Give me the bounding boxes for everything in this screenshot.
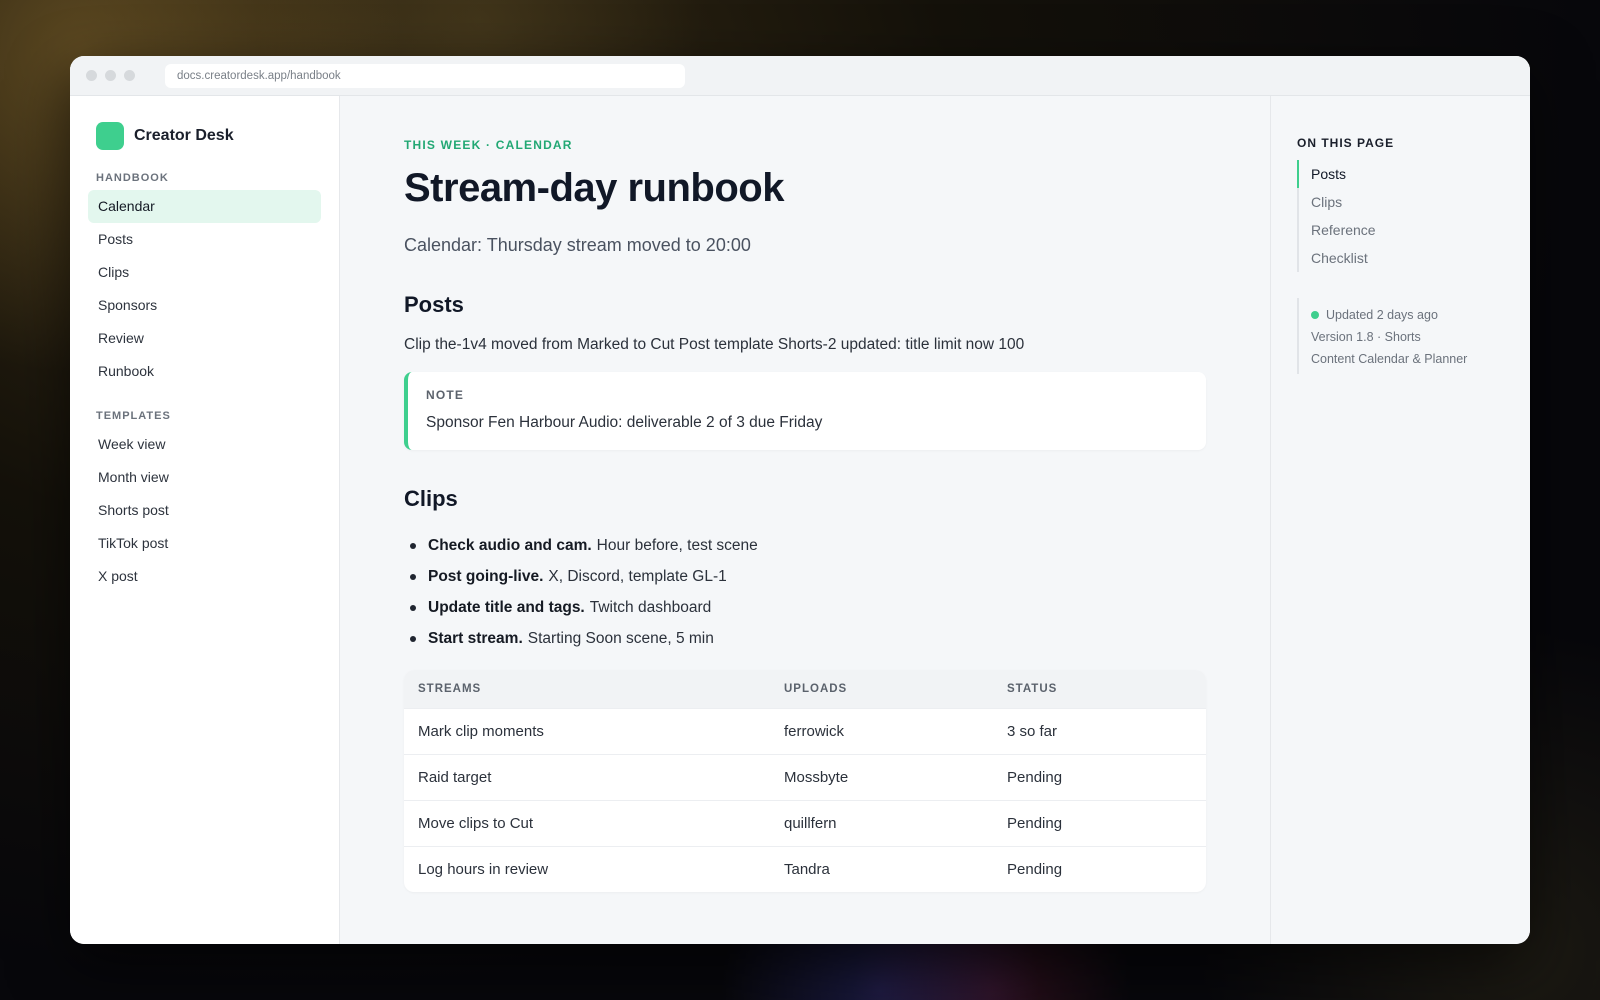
sidebar-item-x-post[interactable]: X post	[88, 560, 321, 593]
sidebar-item-month-view[interactable]: Month view	[88, 461, 321, 494]
list-item-bold: Post going-live.	[428, 567, 544, 585]
list-item-bold: Check audio and cam.	[428, 536, 592, 554]
bullet-icon	[410, 635, 416, 642]
brand-logo-icon	[96, 122, 124, 150]
note-text: Sponsor Fen Harbour Audio: deliverable 2…	[426, 414, 823, 431]
table-cell: Log hours in review	[418, 861, 549, 878]
page-body: Creator Desk HANDBOOK Calendar Posts Cli…	[70, 96, 1530, 944]
sidebar-section-handbook: HANDBOOK	[96, 172, 169, 184]
updated-text: Updated 2 days ago	[1326, 308, 1438, 322]
table-cell: quillfern	[784, 815, 837, 832]
page-meta: Updated 2 days ago Version 1.8 · Shorts …	[1297, 298, 1530, 374]
sidebar-item-clips[interactable]: Clips	[88, 256, 321, 289]
table-row: Mark clip moments ferrowick 3 so far	[404, 708, 1206, 754]
table-header: STREAMS UPLOADS STATUS	[404, 670, 1206, 708]
version-text: Version 1.8 · Shorts	[1311, 330, 1421, 344]
table-of-contents: ON THIS PAGE Posts Clips Reference Check…	[1270, 96, 1530, 944]
table-cell: Mark clip moments	[418, 723, 544, 740]
window-minimize-control[interactable]	[105, 70, 116, 81]
page-title: Stream-day runbook	[404, 166, 784, 210]
column-header-status: STATUS	[1007, 683, 1058, 695]
toc-title: ON THIS PAGE	[1297, 136, 1395, 150]
toc-item-clips[interactable]: Clips	[1297, 188, 1530, 216]
list-item: Start stream. Starting Soon scene, 5 min	[404, 623, 1206, 654]
table-cell: Pending	[1007, 861, 1063, 878]
list-item: Post going-live. X, Discord, template GL-…	[404, 561, 1206, 592]
product-text: Content Calendar & Planner	[1311, 352, 1468, 366]
streams-table: STREAMS UPLOADS STATUS Mark clip moments…	[404, 670, 1206, 892]
brand-name: Creator Desk	[134, 127, 234, 144]
table-cell: Raid target	[418, 769, 492, 786]
table-cell: Pending	[1007, 769, 1063, 786]
list-item-text: Starting Soon scene, 5 min	[527, 629, 714, 647]
heading-posts: Posts	[404, 292, 464, 317]
status-dot-icon	[1311, 311, 1319, 319]
table-cell: 3 so far	[1007, 723, 1058, 740]
table-row: Move clips to Cut quillfern Pending	[404, 800, 1206, 846]
toc-list: Posts Clips Reference Checklist	[1297, 160, 1530, 272]
sidebar-item-tiktok-post[interactable]: TikTok post	[88, 527, 321, 560]
column-header-uploads: UPLOADS	[784, 683, 848, 695]
bullet-icon	[410, 573, 416, 580]
list-item-bold: Start stream.	[428, 629, 523, 647]
window-maximize-control[interactable]	[124, 70, 135, 81]
toc-item-reference[interactable]: Reference	[1297, 216, 1530, 244]
window-close-control[interactable]	[86, 70, 97, 81]
updated-status: Updated 2 days ago	[1311, 304, 1530, 326]
toc-item-checklist[interactable]: Checklist	[1297, 244, 1530, 272]
list-item-bold: Update title and tags.	[428, 598, 585, 616]
list-item-text: X, Discord, template GL-1	[548, 567, 727, 585]
list-item: Update title and tags. Twitch dashboard	[404, 592, 1206, 623]
title-bar: docs.creatordesk.app/handbook	[70, 56, 1530, 96]
note-label: NOTE	[426, 388, 465, 402]
table-cell: Tandra	[784, 861, 830, 878]
bullet-icon	[410, 542, 416, 549]
lede: Calendar: Thursday stream moved to 20:00	[404, 235, 751, 255]
main-content: THIS WEEK · CALENDAR Stream-day runbook …	[340, 96, 1270, 944]
list-item-text: Twitch dashboard	[589, 598, 712, 616]
sidebar-item-sponsors[interactable]: Sponsors	[88, 289, 321, 322]
table-row: Raid target Mossbyte Pending	[404, 754, 1206, 800]
sidebar-section-templates: TEMPLATES	[96, 410, 171, 422]
browser-window: docs.creatordesk.app/handbook Creator De…	[70, 56, 1530, 944]
table-row: Log hours in review Tandra Pending	[404, 846, 1206, 892]
table-cell: Move clips to Cut	[418, 815, 534, 832]
address-bar[interactable]: docs.creatordesk.app/handbook	[165, 63, 685, 88]
table-cell: Mossbyte	[784, 769, 849, 786]
sidebar: Creator Desk HANDBOOK Calendar Posts Cli…	[70, 96, 340, 944]
list-item: Check audio and cam. Hour before, test sc…	[404, 530, 1206, 561]
list-item-text: Hour before, test scene	[596, 536, 758, 554]
sidebar-item-week-view[interactable]: Week view	[88, 428, 321, 461]
toc-item-posts[interactable]: Posts	[1297, 160, 1530, 188]
table-cell: Pending	[1007, 815, 1063, 832]
bullet-icon	[410, 604, 416, 611]
clips-list: Check audio and cam. Hour before, test sc…	[404, 530, 1206, 654]
brand[interactable]: Creator Desk	[88, 122, 321, 150]
eyebrow: THIS WEEK · CALENDAR	[404, 138, 573, 152]
heading-clips: Clips	[404, 486, 458, 511]
sidebar-item-posts[interactable]: Posts	[88, 223, 321, 256]
sidebar-item-calendar[interactable]: Calendar	[88, 190, 321, 223]
sidebar-item-shorts-post[interactable]: Shorts post	[88, 494, 321, 527]
sidebar-item-runbook[interactable]: Runbook	[88, 355, 321, 388]
column-header-streams: STREAMS	[418, 683, 482, 695]
posts-paragraph: Clip the-1v4 moved from Marked to Cut Po…	[404, 336, 1025, 353]
table-cell: ferrowick	[784, 723, 845, 740]
note-callout: NOTE Sponsor Fen Harbour Audio: delivera…	[404, 372, 1206, 450]
sidebar-item-review[interactable]: Review	[88, 322, 321, 355]
